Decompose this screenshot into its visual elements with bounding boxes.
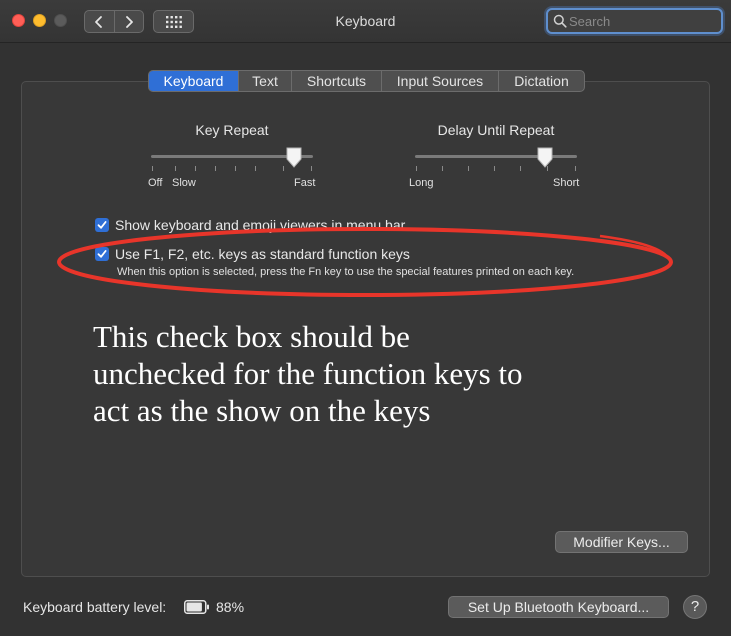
slider-tick [520, 166, 521, 171]
tab-dictation[interactable]: Dictation [498, 71, 584, 91]
slider-tick [255, 166, 256, 171]
tab-bar: Keyboard Text Shortcuts Input Sources Di… [148, 70, 585, 92]
fn-keys-checkbox[interactable] [95, 247, 109, 261]
modifier-keys-button[interactable]: Modifier Keys... [555, 531, 688, 553]
slider-tick [494, 166, 495, 171]
slider-tick [175, 166, 176, 171]
fn-keys-description: When this option is selected, press the … [117, 266, 575, 278]
key-repeat-off-label: Off [148, 177, 163, 189]
key-repeat-fast-label: Fast [294, 177, 316, 189]
key-repeat-title: Key Repeat [195, 122, 269, 138]
slider-tick [468, 166, 469, 171]
slider-tick [195, 166, 196, 171]
title-bar: Keyboard [0, 0, 731, 43]
slider-tick [442, 166, 443, 171]
slider-tick [152, 166, 153, 171]
show-viewers-label[interactable]: Show keyboard and emoji viewers in menu … [115, 217, 405, 233]
fn-keys-label[interactable]: Use F1, F2, etc. keys as standard functi… [115, 246, 410, 262]
key-repeat-slow-label: Slow [172, 177, 196, 189]
set-up-bluetooth-keyboard-button[interactable]: Set Up Bluetooth Keyboard... [448, 596, 669, 618]
slider-tick [416, 166, 417, 171]
search-field[interactable] [546, 8, 723, 34]
battery-icon [184, 600, 209, 614]
annotation-line: act as the show on the keys [93, 393, 431, 428]
tab-input-sources[interactable]: Input Sources [381, 71, 498, 91]
annotation-text: This check box should be unchecked for t… [93, 318, 613, 429]
battery-percent: 88% [216, 599, 245, 615]
delay-until-repeat-slider-thumb[interactable] [536, 147, 554, 168]
tab-shortcuts[interactable]: Shortcuts [291, 71, 381, 91]
checkmark-icon [97, 221, 107, 229]
key-repeat-slider-thumb[interactable] [285, 147, 303, 168]
slider-tick [311, 166, 312, 171]
help-button[interactable]: ? [683, 595, 707, 619]
tab-keyboard[interactable]: Keyboard [149, 71, 238, 91]
delay-short-label: Short [553, 177, 580, 189]
delay-long-label: Long [409, 177, 434, 189]
battery-level-label: Keyboard battery level: [23, 599, 167, 615]
search-icon [553, 14, 567, 28]
slider-tick [235, 166, 236, 171]
delay-until-repeat-title: Delay Until Repeat [437, 122, 555, 138]
slider-tick [215, 166, 216, 171]
annotation-line: unchecked for the function keys to [93, 356, 523, 391]
checkmark-icon [97, 250, 107, 258]
slider-tick [575, 166, 576, 171]
show-viewers-checkbox[interactable] [95, 218, 109, 232]
search-input[interactable] [569, 12, 717, 30]
annotation-line: This check box should be [93, 319, 410, 354]
tab-text[interactable]: Text [238, 71, 291, 91]
